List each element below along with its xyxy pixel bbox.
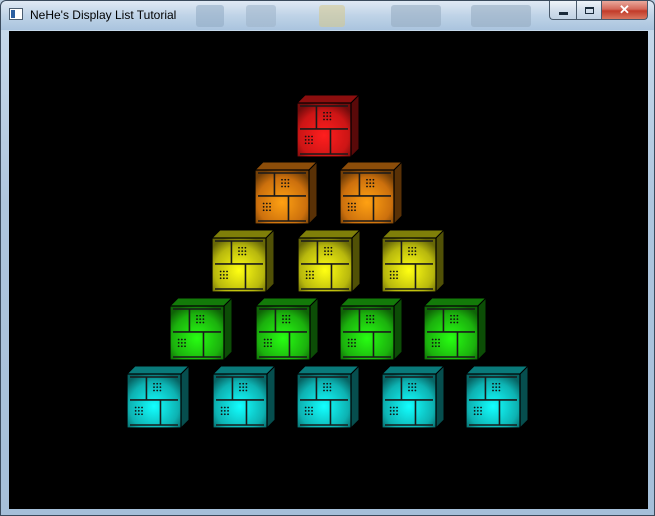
cube — [254, 296, 320, 362]
background-blur — [391, 5, 441, 27]
cube — [422, 296, 488, 362]
title-bar[interactable]: NeHe's Display List Tutorial ✕ — [1, 1, 654, 30]
minimize-button[interactable] — [549, 1, 576, 20]
cube — [168, 296, 234, 362]
cube — [253, 160, 319, 226]
cube-pyramid-scene — [125, 93, 530, 430]
cube — [380, 228, 446, 294]
cube — [295, 93, 361, 159]
window-title: NeHe's Display List Tutorial — [30, 8, 177, 22]
cube — [464, 364, 530, 430]
app-window: NeHe's Display List Tutorial ✕ — [0, 0, 655, 516]
cube — [296, 228, 362, 294]
background-blur — [471, 5, 531, 27]
background-blur — [319, 5, 345, 27]
cube — [338, 296, 404, 362]
cube — [125, 364, 191, 430]
background-blur — [196, 5, 224, 27]
minimize-icon — [558, 11, 568, 15]
background-blur — [246, 5, 276, 27]
maximize-icon — [584, 6, 594, 14]
close-button[interactable]: ✕ — [602, 1, 648, 20]
opengl-viewport[interactable] — [9, 31, 648, 509]
cube — [380, 364, 446, 430]
cube — [295, 364, 361, 430]
window-icon[interactable] — [9, 8, 23, 20]
maximize-button[interactable] — [576, 1, 602, 20]
cube — [338, 160, 404, 226]
cube — [211, 364, 277, 430]
caption-buttons: ✕ — [549, 1, 648, 21]
cube — [210, 228, 276, 294]
close-icon: ✕ — [619, 2, 630, 17]
